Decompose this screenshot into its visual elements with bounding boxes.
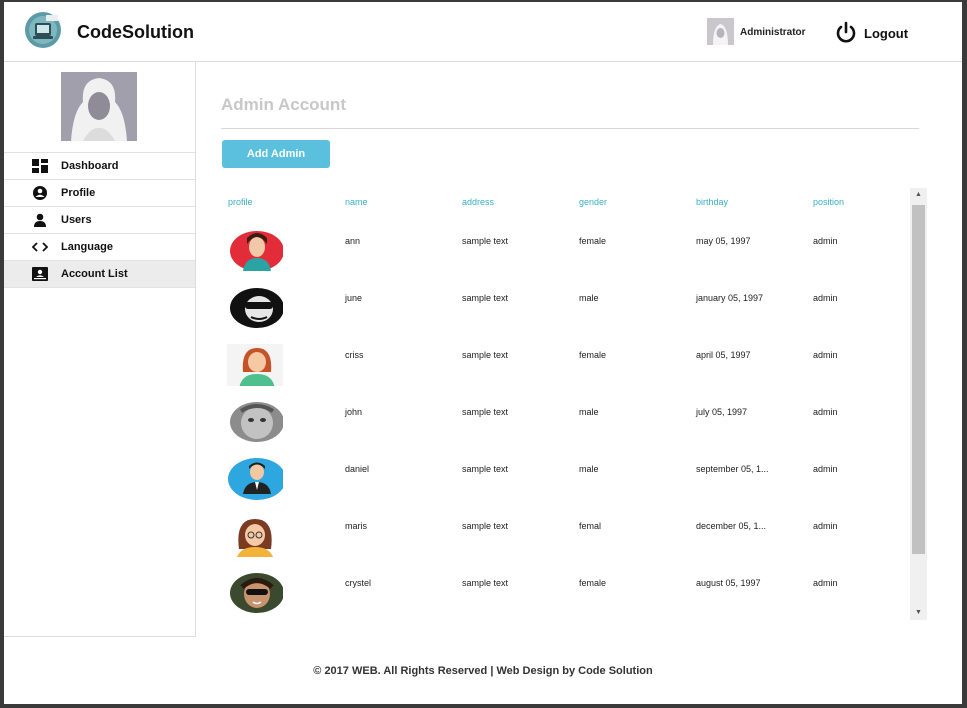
- cell-position: admin: [813, 464, 838, 474]
- cell-gender: femal: [579, 521, 602, 531]
- cell-position: admin: [813, 236, 838, 246]
- cell-position: admin: [813, 578, 838, 588]
- sidebar-item-language[interactable]: Language: [4, 233, 195, 260]
- cell-position: admin: [813, 521, 838, 531]
- cell-position: admin: [813, 407, 838, 417]
- cell-address: sample text: [462, 407, 509, 417]
- sidebar-item-users[interactable]: Users: [4, 206, 195, 233]
- column-header-birthday[interactable]: birthday: [696, 197, 728, 207]
- code-icon: [32, 242, 48, 252]
- admin-avatar[interactable]: [707, 18, 734, 45]
- main-content: Admin Account Add Admin profile name add…: [196, 62, 962, 637]
- avatar: [230, 402, 283, 442]
- cell-birthday: august 05, 1997: [696, 578, 761, 588]
- admin-name[interactable]: Administrator: [740, 27, 806, 38]
- cell-name: criss: [345, 350, 364, 360]
- table-row[interactable]: maris sample text femal december 05, 1..…: [221, 509, 911, 566]
- sidebar-item-label: Profile: [61, 187, 96, 199]
- cell-birthday: september 05, 1...: [696, 464, 769, 474]
- cell-gender: female: [579, 350, 607, 360]
- sidebar-item-dashboard[interactable]: Dashboard: [4, 152, 195, 179]
- cell-birthday: january 05, 1997: [696, 293, 764, 303]
- cell-name: maris: [345, 521, 367, 531]
- account-list-icon: [32, 267, 48, 281]
- avatar: [230, 231, 283, 271]
- cell-address: sample text: [462, 578, 509, 588]
- table-row[interactable]: criss sample text female april 05, 1997 …: [221, 338, 911, 395]
- table-row[interactable]: crystel sample text female august 05, 19…: [221, 566, 911, 620]
- avatar: [237, 519, 273, 557]
- cell-name: john: [345, 407, 363, 417]
- cell-address: sample text: [462, 236, 509, 246]
- cell-birthday: july 05, 1997: [696, 407, 748, 417]
- sidebar-menu: Dashboard Profile Users Language Account…: [4, 152, 195, 288]
- power-icon: [836, 21, 856, 43]
- table-row[interactable]: daniel sample text male september 05, 1.…: [221, 452, 911, 509]
- user-icon: [34, 213, 46, 227]
- sidebar-item-label: Dashboard: [61, 160, 119, 172]
- column-header-name[interactable]: name: [345, 197, 368, 207]
- avatar: [227, 344, 283, 386]
- sidebar-item-label: Language: [61, 241, 113, 253]
- cell-address: sample text: [462, 293, 509, 303]
- cell-name: daniel: [345, 464, 370, 474]
- sidebar-item-account-list[interactable]: Account List: [4, 260, 195, 288]
- avatar: [230, 288, 283, 328]
- cell-name: ann: [345, 236, 361, 246]
- column-header-address[interactable]: address: [462, 197, 494, 207]
- column-header-profile[interactable]: profile: [228, 197, 253, 207]
- add-admin-button[interactable]: Add Admin: [222, 140, 330, 168]
- cell-gender: male: [579, 293, 599, 303]
- footer-copyright: © 2017 WEB. All Rights Reserved | Web De…: [313, 665, 653, 677]
- sidebar: Dashboard Profile Users Language Account…: [4, 62, 196, 637]
- scrollbar-thumb[interactable]: [912, 205, 925, 554]
- app-window: CodeSolution Administrator Logout Dashbo…: [4, 2, 962, 704]
- profile-avatar: [61, 72, 137, 141]
- cell-gender: female: [579, 236, 607, 246]
- cell-gender: male: [579, 407, 599, 417]
- cell-birthday: december 05, 1...: [696, 521, 767, 531]
- table-row[interactable]: john sample text male july 05, 1997 admi…: [221, 395, 911, 452]
- table-row[interactable]: ann sample text female may 05, 1997 admi…: [221, 224, 911, 281]
- cell-position: admin: [813, 293, 838, 303]
- footer: © 2017 WEB. All Rights Reserved | Web De…: [4, 638, 962, 704]
- profile-icon: [33, 186, 47, 200]
- cell-gender: male: [579, 464, 599, 474]
- cell-address: sample text: [462, 350, 509, 360]
- cell-name: june: [345, 293, 363, 303]
- dashboard-icon: [32, 159, 48, 173]
- table-scrollbar[interactable]: ▲ ▼: [910, 188, 927, 620]
- logout-label: Logout: [864, 26, 909, 41]
- column-header-gender[interactable]: gender: [579, 197, 607, 207]
- table-header: profile name address gender birthday pos…: [221, 188, 911, 212]
- column-header-position[interactable]: position: [813, 197, 844, 207]
- sidebar-item-label: Users: [61, 214, 92, 226]
- cell-address: sample text: [462, 464, 509, 474]
- cell-birthday: may 05, 1997: [696, 236, 751, 246]
- scroll-down-arrow-icon[interactable]: ▼: [910, 606, 927, 620]
- admin-table: profile name address gender birthday pos…: [221, 188, 927, 620]
- avatar: [230, 573, 283, 613]
- cell-name: crystel: [345, 578, 372, 588]
- avatar: [228, 458, 283, 500]
- sidebar-item-profile[interactable]: Profile: [4, 179, 195, 206]
- cell-address: sample text: [462, 521, 509, 531]
- top-header: CodeSolution Administrator Logout: [4, 2, 962, 62]
- table-row[interactable]: june sample text male january 05, 1997 a…: [221, 281, 911, 338]
- scroll-up-arrow-icon[interactable]: ▲: [910, 188, 927, 202]
- cell-birthday: april 05, 1997: [696, 350, 751, 360]
- logo-icon: [25, 12, 61, 48]
- cell-gender: female: [579, 578, 607, 588]
- brand-name[interactable]: CodeSolution: [77, 22, 194, 43]
- page-title: Admin Account: [221, 95, 346, 114]
- cell-position: admin: [813, 350, 838, 360]
- sidebar-item-label: Account List: [61, 268, 128, 280]
- divider: [221, 128, 919, 129]
